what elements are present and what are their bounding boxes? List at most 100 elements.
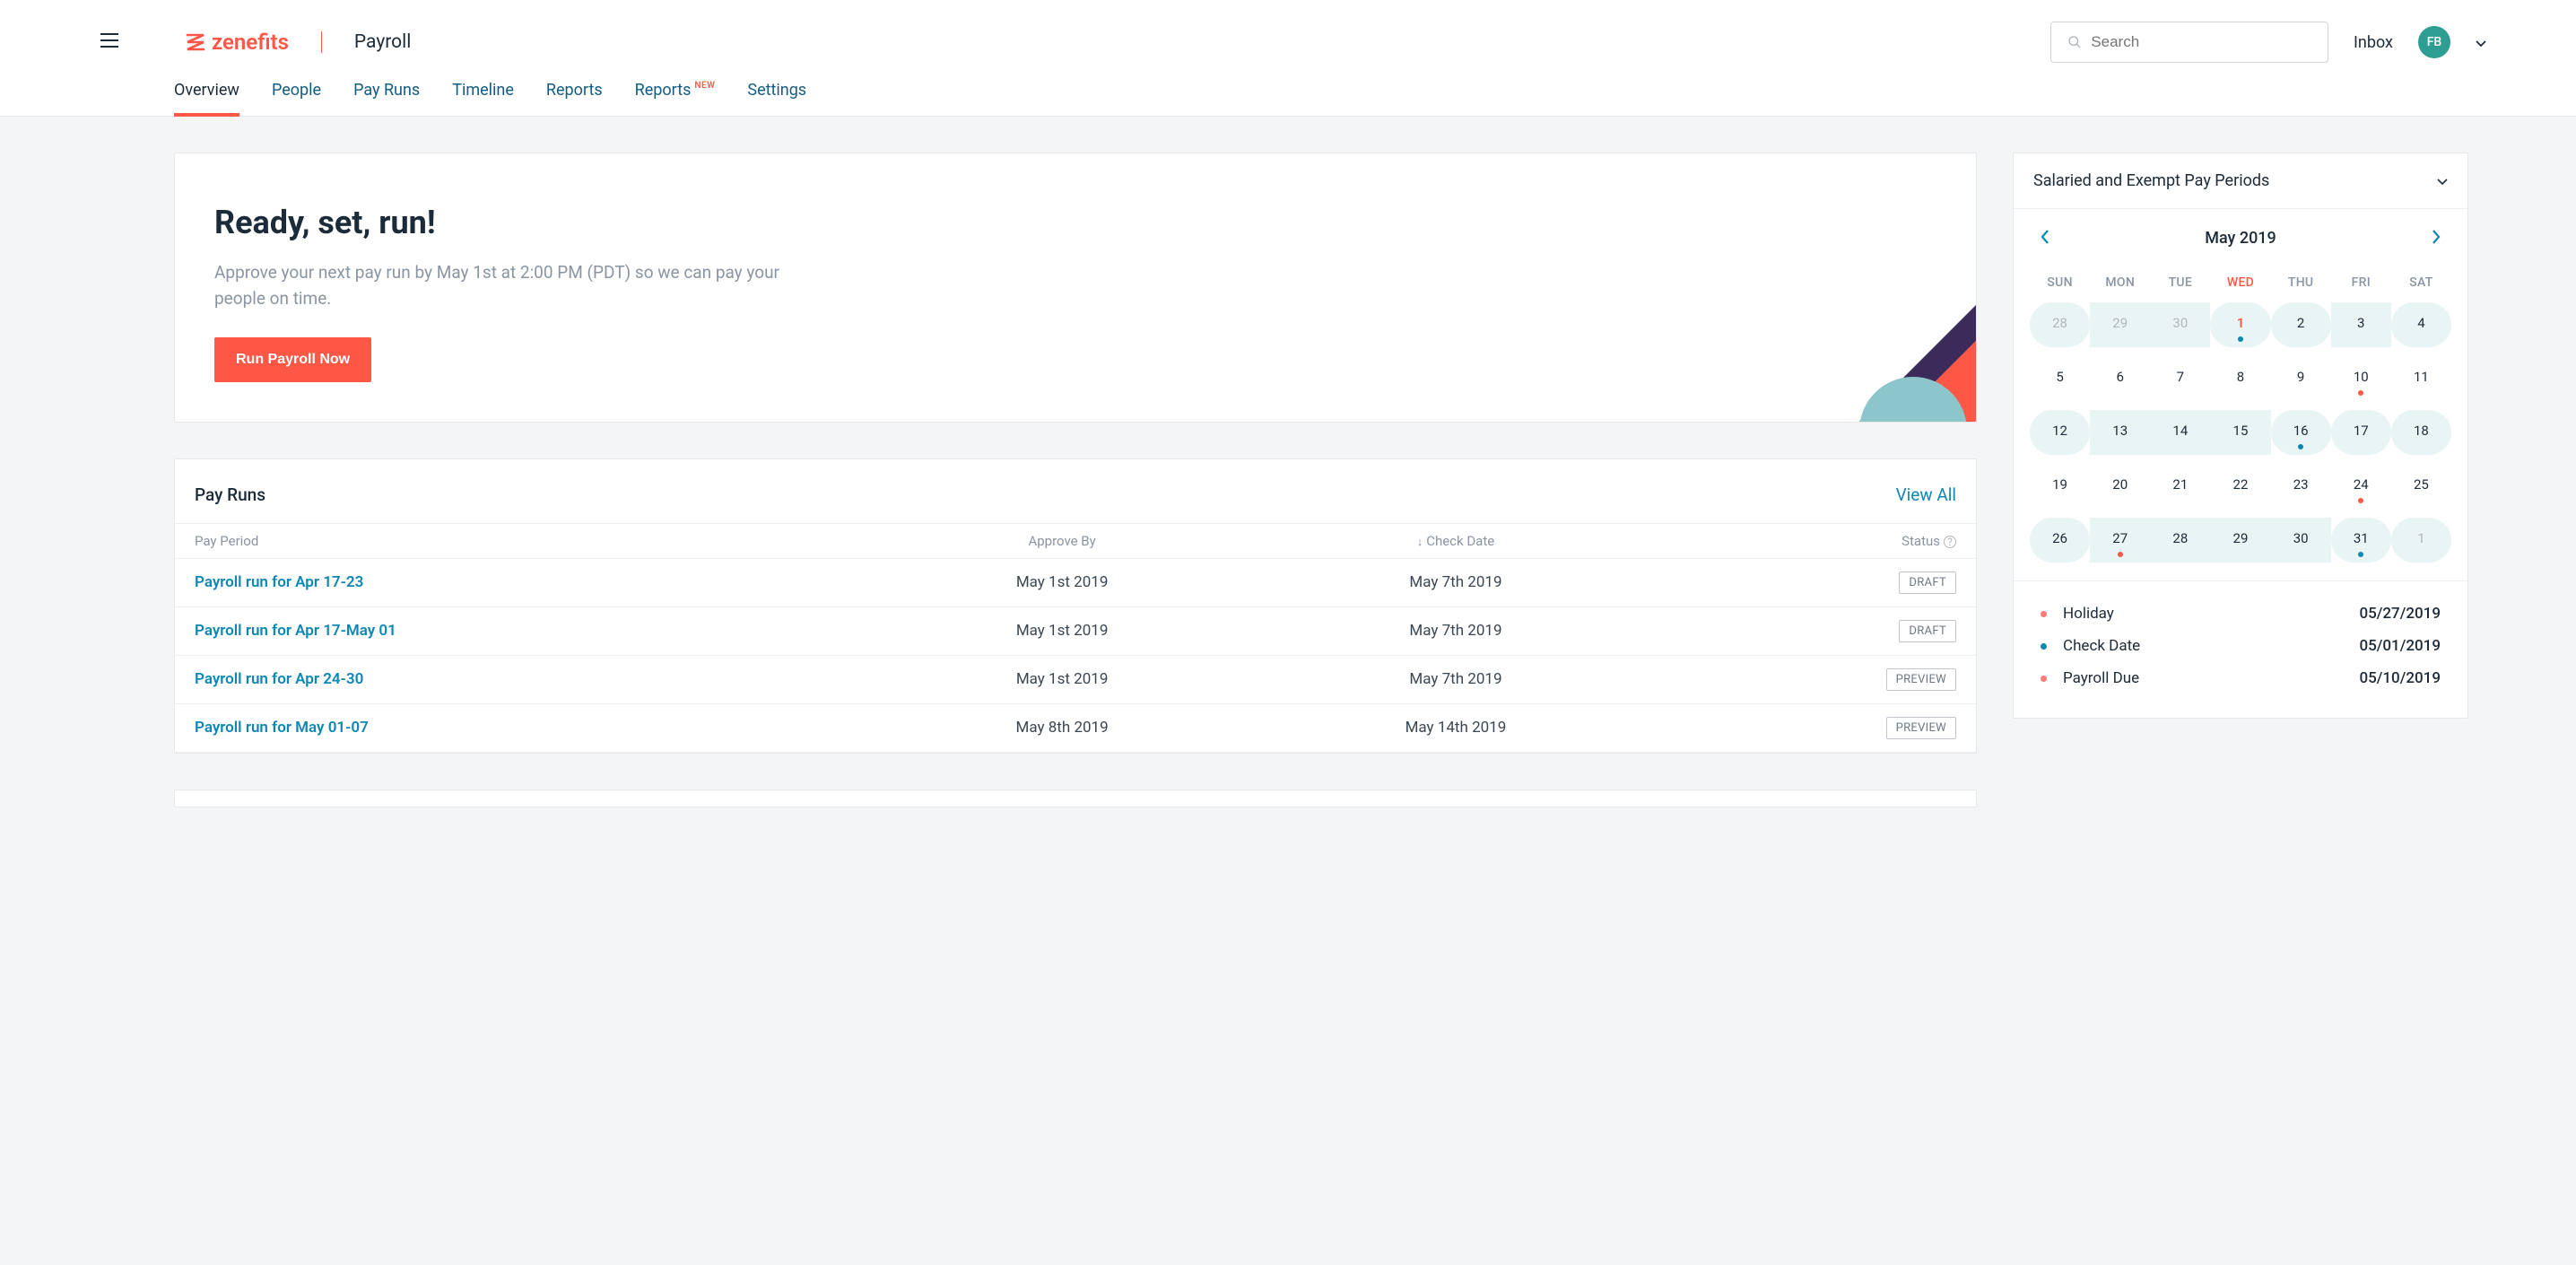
- calendar-day-cell[interactable]: 24: [2331, 464, 2391, 509]
- calendar-day-cell[interactable]: 29: [2210, 518, 2270, 563]
- tab-reports-new[interactable]: ReportsNEW: [635, 81, 716, 116]
- tab-settings[interactable]: Settings: [747, 81, 806, 116]
- day-number: 12: [2052, 423, 2067, 439]
- calendar-day-cell[interactable]: 14: [2150, 410, 2210, 455]
- weekday-label: SUN: [2030, 266, 2090, 302]
- calendar-day-cell[interactable]: 30: [2271, 518, 2331, 563]
- calendar-day-cell[interactable]: 1: [2391, 518, 2451, 563]
- calendar-day-cell[interactable]: 26: [2030, 518, 2090, 563]
- calendar-day-cell[interactable]: 3: [2331, 302, 2391, 347]
- calendar-day-cell[interactable]: 19: [2030, 464, 2090, 509]
- table-row: Payroll run for Apr 24-30May 1st 2019May…: [175, 655, 1976, 703]
- day-number: 29: [2112, 315, 2128, 331]
- calendar-day-cell[interactable]: 15: [2210, 410, 2270, 455]
- calendar-day-cell[interactable]: 7: [2150, 356, 2210, 401]
- status-badge: PREVIEW: [1886, 717, 1956, 739]
- weekday-label: FRI: [2331, 266, 2391, 302]
- search-input[interactable]: [2091, 33, 2311, 51]
- day-number: 13: [2112, 423, 2128, 439]
- help-icon[interactable]: ?: [1944, 536, 1956, 548]
- next-month-button[interactable]: [2432, 227, 2441, 249]
- red-dot-icon: [2118, 552, 2123, 557]
- calendar-day-cell[interactable]: 20: [2090, 464, 2150, 509]
- day-number: 20: [2112, 476, 2128, 493]
- col-check-date[interactable]: ↓Check Date: [1253, 523, 1659, 558]
- calendar-nav: May 2019: [2014, 209, 2467, 266]
- calendar-day-cell[interactable]: 13: [2090, 410, 2150, 455]
- calendar-day-cell[interactable]: 17: [2331, 410, 2391, 455]
- calendar-day-cell[interactable]: 18: [2391, 410, 2451, 455]
- day-number: 3: [2357, 315, 2364, 331]
- calendar-legend: Holiday05/27/2019Check Date05/01/2019Pay…: [2014, 580, 2467, 718]
- calendar-day-cell[interactable]: 1: [2210, 302, 2270, 347]
- tab-people[interactable]: People: [272, 81, 321, 116]
- calendar-day-cell[interactable]: 11: [2391, 356, 2451, 401]
- day-number: 5: [2056, 369, 2063, 385]
- calendar-day-cell[interactable]: 28: [2150, 518, 2210, 563]
- run-payroll-button[interactable]: Run Payroll Now: [214, 337, 371, 382]
- calendar-day-cell[interactable]: 4: [2391, 302, 2451, 347]
- brand-logo[interactable]: zenefits: [185, 30, 289, 55]
- calendar-day-cell[interactable]: 10: [2331, 356, 2391, 401]
- calendar-day-cell[interactable]: 25: [2391, 464, 2451, 509]
- calendar-day-cell[interactable]: 30: [2150, 302, 2210, 347]
- nav-tabs: Overview People Pay Runs Timeline Report…: [0, 63, 2576, 117]
- day-number: 15: [2233, 423, 2249, 439]
- day-number: 6: [2116, 369, 2123, 385]
- day-number: 19: [2052, 476, 2067, 493]
- col-approve-by[interactable]: Approve By: [872, 523, 1253, 558]
- calendar-day-cell[interactable]: 27: [2090, 518, 2150, 563]
- search-box[interactable]: [2050, 22, 2328, 63]
- calendar-day-cell[interactable]: 29: [2090, 302, 2150, 347]
- calendar-day-cell[interactable]: 22: [2210, 464, 2270, 509]
- pay-period-link[interactable]: Payroll run for May 01-07: [175, 703, 872, 752]
- calendar-day-cell[interactable]: 31: [2331, 518, 2391, 563]
- calendar-day-cell[interactable]: 5: [2030, 356, 2090, 401]
- brand-divider: [321, 31, 322, 53]
- calendar-day-cell[interactable]: 16: [2271, 410, 2331, 455]
- tab-reports-new-label: Reports: [635, 81, 692, 100]
- calendar-day-cell[interactable]: 28: [2030, 302, 2090, 347]
- day-number: 24: [2354, 476, 2369, 493]
- calendar-day-cell[interactable]: 9: [2271, 356, 2331, 401]
- tab-pay-runs[interactable]: Pay Runs: [353, 81, 420, 116]
- tab-reports[interactable]: Reports: [546, 81, 603, 116]
- calendar-day-cell[interactable]: 2: [2271, 302, 2331, 347]
- weekday-label: MON: [2090, 266, 2150, 302]
- status-cell: DRAFT: [1658, 558, 1976, 606]
- pay-runs-card: Pay Runs View All Pay Period Approve By …: [174, 458, 1977, 754]
- calendar-week-row: 19 20 21 22 23 24 25: [2030, 464, 2451, 509]
- chevron-right-icon: [2432, 230, 2441, 244]
- blue-dot-icon: [2358, 552, 2363, 557]
- inbox-link[interactable]: Inbox: [2354, 33, 2393, 52]
- brand-name: zenefits: [212, 30, 289, 55]
- day-number: 30: [2293, 530, 2309, 546]
- day-number: 14: [2172, 423, 2188, 439]
- search-icon: [2067, 34, 2082, 50]
- calendar-day-cell[interactable]: 6: [2090, 356, 2150, 401]
- pay-period-link[interactable]: Payroll run for Apr 17-May 01: [175, 606, 872, 655]
- day-number: 22: [2233, 476, 2249, 493]
- calendar-day-cell[interactable]: 12: [2030, 410, 2090, 455]
- day-number: 1: [2417, 530, 2424, 546]
- weekday-label: SAT: [2391, 266, 2451, 302]
- legend-date: 05/01/2019: [2359, 637, 2441, 655]
- legend-label: Holiday: [2063, 605, 2114, 623]
- prev-month-button[interactable]: [2041, 227, 2049, 249]
- hamburger-menu-icon[interactable]: [36, 26, 163, 58]
- legend-row: Check Date05/01/2019: [2041, 630, 2441, 662]
- calendar-day-cell[interactable]: 8: [2210, 356, 2270, 401]
- tab-overview[interactable]: Overview: [174, 81, 239, 116]
- calendar-day-cell[interactable]: 23: [2271, 464, 2331, 509]
- user-menu-chevron-icon[interactable]: [2476, 34, 2486, 51]
- pay-period-link[interactable]: Payroll run for Apr 24-30: [175, 655, 872, 703]
- calendar-dropdown[interactable]: Salaried and Exempt Pay Periods: [2014, 153, 2467, 209]
- topbar-right: Inbox FB: [2050, 22, 2486, 63]
- tab-timeline[interactable]: Timeline: [452, 81, 514, 116]
- day-number: 18: [2414, 423, 2429, 439]
- status-badge: DRAFT: [1899, 620, 1956, 642]
- user-avatar[interactable]: FB: [2418, 26, 2450, 58]
- view-all-link[interactable]: View All: [1896, 484, 1956, 505]
- pay-period-link[interactable]: Payroll run for Apr 17-23: [175, 558, 872, 606]
- calendar-day-cell[interactable]: 21: [2150, 464, 2210, 509]
